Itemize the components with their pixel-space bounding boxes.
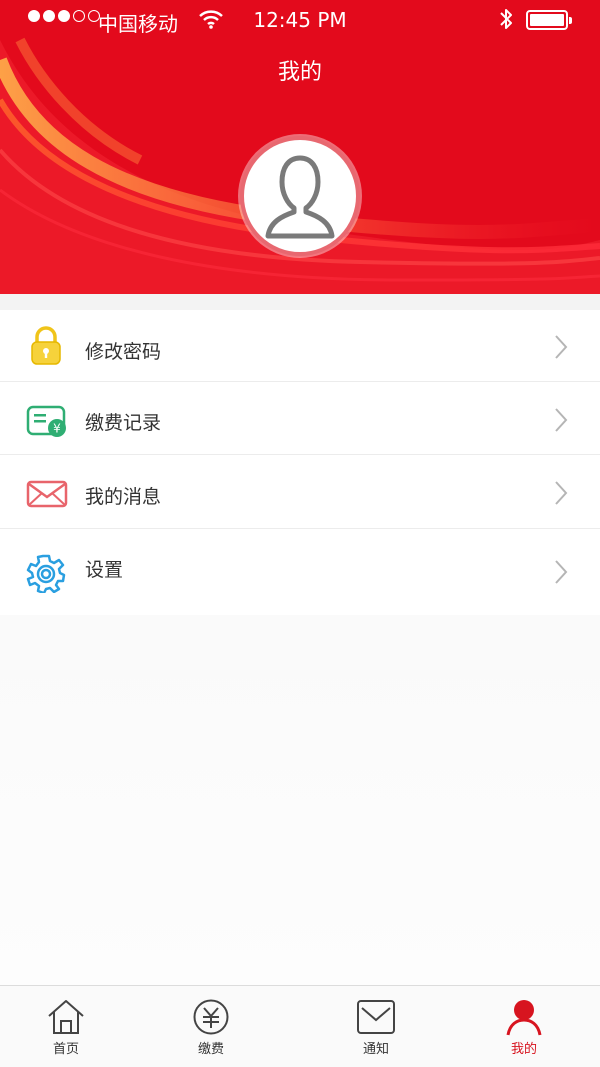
tab-payment[interactable]: 缴费 [151,986,271,1067]
user-silhouette-icon [265,155,335,239]
chevron-right-icon [554,407,568,437]
profile-header: 中国移动 12:45 PM 我的 [0,0,600,294]
tab-label: 缴费 [197,1042,224,1057]
page-title: 我的 [277,60,322,85]
tab-notifications[interactable]: 通知 [316,986,436,1067]
menu-item-my-messages[interactable]: 我的消息 [0,455,600,529]
yen-icon [192,998,230,1036]
settings-menu: 修改密码 ¥ 缴费记录 我的消息 设置 [0,310,600,616]
avatar[interactable] [240,136,360,256]
battery-icon [526,10,572,30]
envelope-icon [26,480,68,512]
svg-text:¥: ¥ [53,422,61,436]
bluetooth-icon [498,7,514,36]
menu-item-label: 修改密码 [85,341,162,363]
tab-label: 我的 [510,1042,537,1057]
menu-item-change-password[interactable]: 修改密码 [0,310,600,382]
empty-content-area [0,615,600,985]
menu-item-settings[interactable]: 设置 [0,529,600,616]
bottom-tab-bar: 首页 缴费 通知 我的 [0,985,600,1067]
tab-my-profile[interactable]: 我的 [464,986,584,1067]
menu-item-label: 我的消息 [85,486,162,508]
gear-icon [26,553,66,597]
tab-label: 通知 [362,1042,389,1057]
menu-item-label: 设置 [85,559,124,581]
tab-home[interactable]: 首页 [6,986,126,1067]
user-icon [505,998,543,1036]
status-bar: 中国移动 12:45 PM [0,0,600,40]
mail-icon [356,998,396,1036]
lock-icon [26,326,66,370]
chevron-right-icon [554,334,568,364]
tab-label: 首页 [52,1042,79,1057]
chevron-right-icon [554,480,568,510]
chevron-right-icon [554,559,568,589]
payment-record-icon: ¥ [26,404,68,442]
menu-item-payment-records[interactable]: ¥ 缴费记录 [0,382,600,455]
menu-item-label: 缴费记录 [85,412,162,434]
home-icon [46,998,86,1036]
